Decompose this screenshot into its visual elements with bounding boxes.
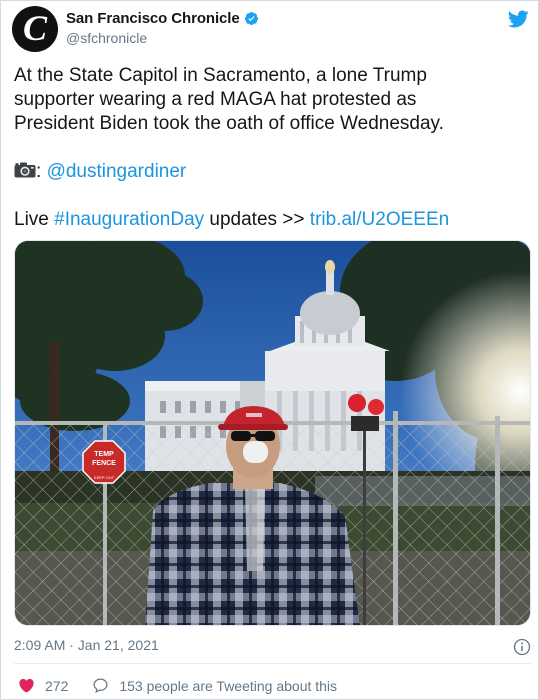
sign-text-line4: KEEP OUT (94, 475, 115, 480)
short-url-link[interactable]: trib.al/U2OEEEn (310, 209, 449, 230)
divider (14, 663, 531, 664)
author-handle[interactable]: @sfchronicle (66, 30, 147, 46)
avatar-logo: C (22, 8, 47, 48)
live-updates-line: Live #InaugurationDay updates >> trib.al… (14, 208, 529, 232)
conversation-text[interactable]: 153 people are Tweeting about this (119, 678, 337, 694)
tweet-actions: 272 153 people are Tweeting about this (18, 677, 337, 694)
photo-credit-separator: : (36, 161, 42, 182)
tweet-text: At the State Capitol in Sacramento, a lo… (14, 64, 529, 232)
live-middle-text: updates >> (204, 209, 310, 230)
tweet-card: C San Francisco Chronicle @sfchronicle A… (0, 0, 539, 700)
face-mask (243, 441, 268, 463)
author-display-name[interactable]: San Francisco Chronicle (66, 10, 240, 27)
tweet-photo[interactable]: TEMP FENCE KEEP OUT (14, 240, 531, 626)
camera-icon (14, 162, 36, 178)
like-action[interactable]: 272 (18, 677, 68, 694)
sign-text-line2: FENCE (92, 460, 116, 467)
avatar[interactable]: C (12, 6, 58, 52)
tweet-text-line: At the State Capitol in Sacramento, a lo… (14, 65, 427, 86)
verified-badge-icon (244, 11, 258, 26)
tweet-timestamp[interactable]: 2:09 AM · Jan 21, 2021 (14, 637, 159, 653)
photographer-mention-link[interactable]: @dustingardiner (47, 161, 187, 182)
conversation-action[interactable]: 153 people are Tweeting about this (92, 677, 337, 694)
live-prefix: Live (14, 209, 55, 230)
tweet-text-line: President Biden took the oath of office … (14, 113, 444, 134)
twitter-bird-icon[interactable] (505, 8, 531, 30)
sign-text-line1: TEMP (94, 451, 114, 458)
hashtag-link[interactable]: #InaugurationDay (54, 209, 204, 230)
info-icon[interactable] (513, 638, 531, 656)
like-count[interactable]: 272 (45, 678, 68, 694)
author-name-row[interactable]: San Francisco Chronicle (66, 10, 259, 27)
photo-image: TEMP FENCE KEEP OUT (15, 241, 530, 625)
tweet-text-line: supporter wearing a red MAGA hat protest… (14, 89, 417, 110)
photo-credit-line: : @dustingardiner (14, 160, 529, 184)
temp-fence-sign: TEMP FENCE KEEP OUT (82, 440, 126, 484)
speech-bubble-icon[interactable] (92, 677, 109, 694)
heart-icon[interactable] (18, 677, 35, 694)
